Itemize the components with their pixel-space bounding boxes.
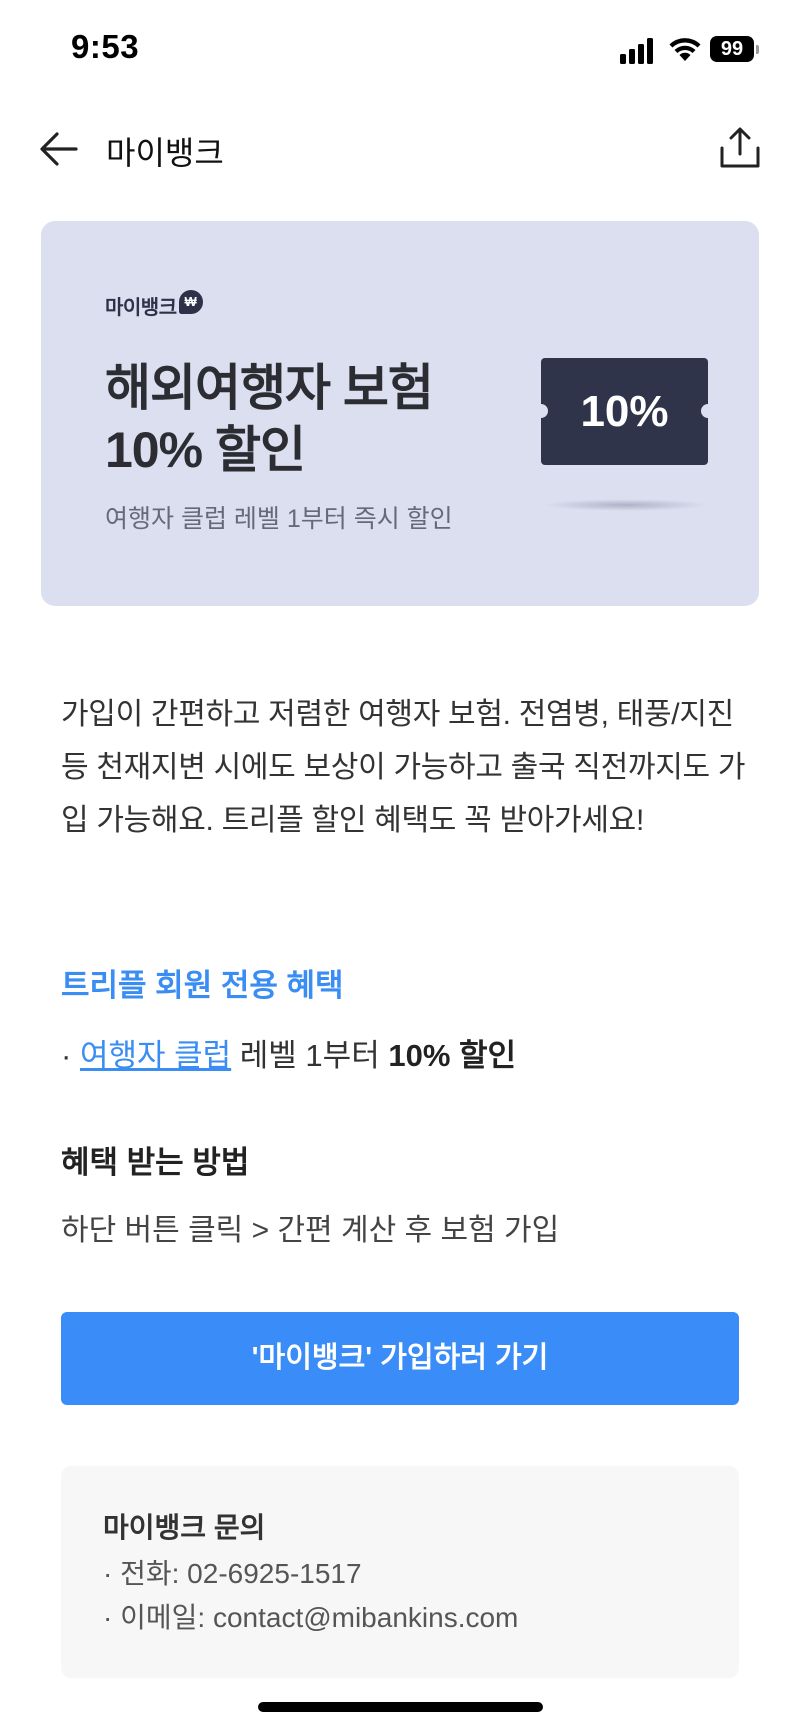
- banner-title: 해외여행자 보험 10% 할인: [105, 357, 434, 481]
- method-heading: 혜택 받는 방법: [61, 1145, 250, 1180]
- share-icon: [720, 127, 760, 168]
- arrow-left-icon: [40, 132, 78, 166]
- bullet: ·: [61, 1038, 72, 1073]
- contact-phone[interactable]: · 전화: 02-6925-1517: [103, 1552, 362, 1592]
- share-button[interactable]: [714, 122, 766, 174]
- method-text: 하단 버튼 클릭 > 간편 계산 후 보험 가입: [61, 1214, 560, 1247]
- won-badge-icon: ₩: [178, 289, 203, 314]
- benefit-middle-text: 레벨 1부터: [231, 1038, 389, 1073]
- brand-name: 마이뱅크: [105, 297, 177, 319]
- contact-email[interactable]: · 이메일: contact@mibankins.com: [103, 1596, 518, 1636]
- signup-button[interactable]: '마이뱅크' 가입하러 가기: [61, 1312, 739, 1405]
- coupon-ticket: 10%: [534, 358, 715, 465]
- page-title: 마이뱅크: [106, 135, 224, 171]
- benefit-item: · 여행자 클럽 레벨 1부터 10% 할인: [61, 1030, 516, 1075]
- status-bar: 9:53 99: [0, 0, 800, 100]
- contact-title: 마이뱅크 문의: [103, 1512, 266, 1543]
- nav-bar: 마이뱅크: [0, 110, 800, 190]
- banner-subtitle: 여행자 클럽 레벨 1부터 즉시 할인: [105, 505, 453, 533]
- benefit-heading: 트리플 회원 전용 혜택: [61, 968, 344, 1003]
- promo-banner: 마이뱅크 ₩ 해외여행자 보험 10% 할인 여행자 클럽 레벨 1부터 즉시 …: [41, 221, 759, 606]
- banner-title-line2: 10% 할인: [105, 422, 306, 478]
- home-indicator: [258, 1702, 543, 1712]
- battery-level: 99: [710, 36, 754, 62]
- wifi-icon: [668, 34, 702, 62]
- back-button[interactable]: [34, 124, 84, 174]
- status-time: 9:53: [71, 28, 140, 65]
- benefit-discount: 10% 할인: [388, 1038, 517, 1073]
- coupon-percent: 10%: [580, 387, 669, 436]
- coupon-shadow: [543, 499, 708, 511]
- description-text: 가입이 간편하고 저렴한 여행자 보험. 전염병, 태풍/지진 등 천재지변 시…: [61, 698, 746, 837]
- traveler-club-link[interactable]: 여행자 클럽: [80, 1038, 231, 1073]
- battery-icon: 99: [710, 36, 759, 62]
- brand-logo: 마이뱅크 ₩: [105, 289, 203, 320]
- banner-title-line1: 해외여행자 보험: [105, 360, 434, 416]
- contact-box: 마이뱅크 문의 · 전화: 02-6925-1517 · 이메일: contac…: [61, 1466, 739, 1678]
- signal-icon: [620, 38, 656, 64]
